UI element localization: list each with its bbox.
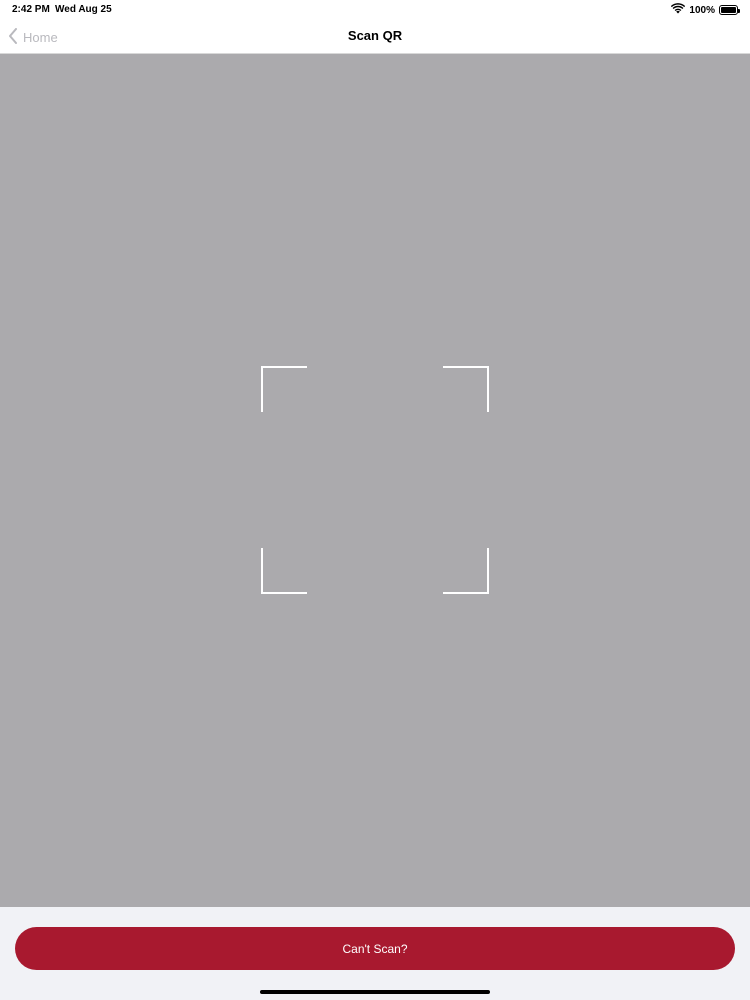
scan-frame bbox=[261, 366, 489, 594]
scan-frame-corner-bottom-left bbox=[261, 548, 307, 594]
scan-frame-corner-top-left bbox=[261, 366, 307, 412]
page-title: Scan QR bbox=[347, 28, 403, 43]
navigation-bar: Home Scan QR bbox=[0, 20, 750, 54]
battery-percent: 100% bbox=[689, 4, 715, 16]
status-time: 2:42 PM bbox=[12, 4, 50, 15]
status-date: Wed Aug 25 bbox=[55, 4, 112, 15]
bottom-panel: Can't Scan? bbox=[0, 907, 750, 1000]
scan-qr-screen: 2:42 PM Wed Aug 25 100% Home Scan QR Can… bbox=[0, 0, 750, 1000]
cant-scan-button[interactable]: Can't Scan? bbox=[15, 927, 735, 970]
battery-fill bbox=[721, 7, 736, 13]
battery-cap bbox=[738, 9, 740, 13]
status-bar: 2:42 PM Wed Aug 25 100% bbox=[0, 0, 750, 20]
home-indicator[interactable] bbox=[260, 990, 490, 994]
scan-frame-corner-bottom-right bbox=[443, 548, 489, 594]
status-indicators: 100% bbox=[671, 3, 740, 17]
camera-preview[interactable] bbox=[0, 54, 750, 907]
wifi-icon bbox=[671, 3, 686, 17]
battery-icon bbox=[719, 5, 740, 15]
scan-frame-corner-top-right bbox=[443, 366, 489, 412]
